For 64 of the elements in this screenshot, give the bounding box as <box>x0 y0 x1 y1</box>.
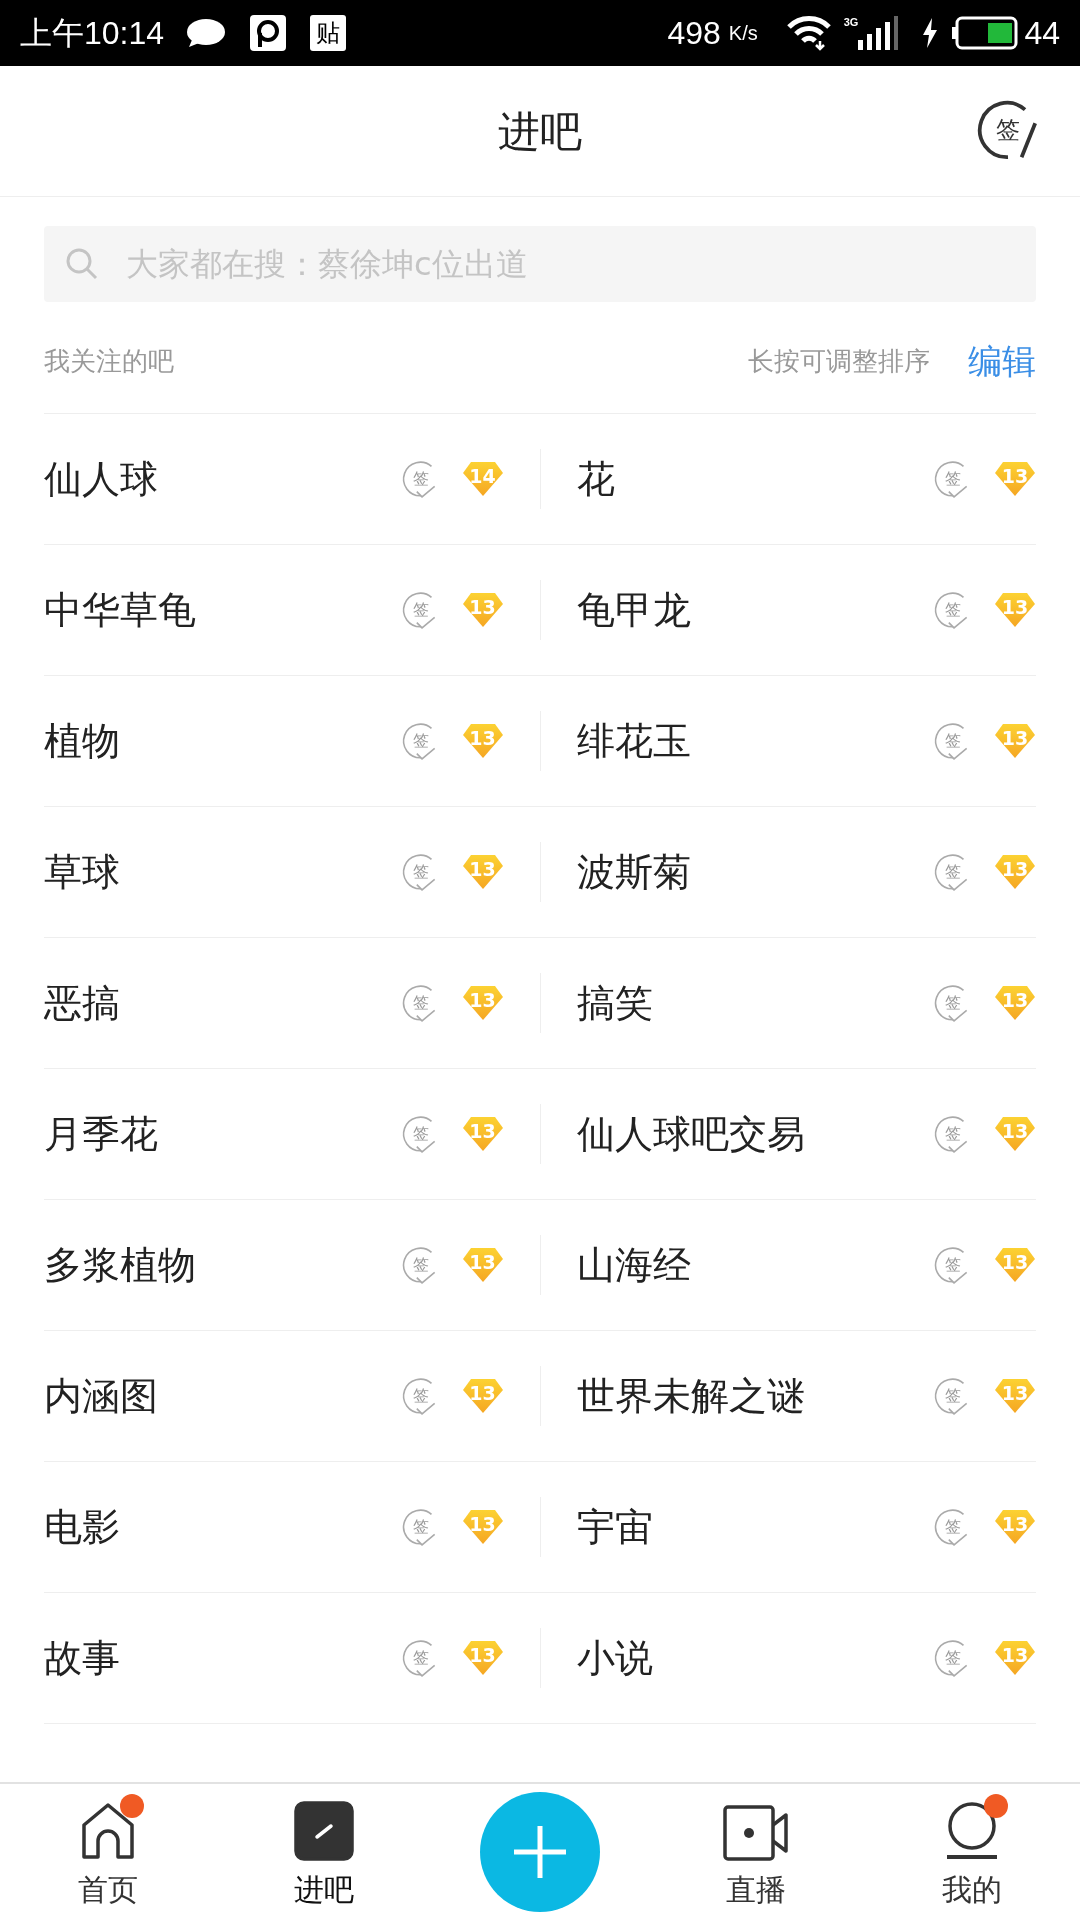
network-speed: 498 <box>667 14 721 53</box>
signal-icon <box>858 16 899 50</box>
forum-name[interactable]: 电影 <box>44 1498 120 1556</box>
clock: 上午10:14 <box>20 14 165 53</box>
tieba-notification-icon: 贴 <box>310 15 347 51</box>
level-badge: 13 <box>461 1509 504 1545</box>
forum-name[interactable]: 仙人球 <box>44 450 158 508</box>
forum-name[interactable]: 月季花 <box>44 1105 158 1163</box>
level-badge: 13 <box>994 1247 1036 1283</box>
level-badge: 13 <box>994 1378 1036 1414</box>
tab-button[interactable]: 进吧 <box>284 1792 364 1912</box>
search-icon <box>66 248 98 280</box>
forum-name[interactable]: 绯花玉 <box>576 712 691 770</box>
chat-bubble-icon <box>186 18 227 48</box>
speed-unit: K/s <box>728 21 758 46</box>
level-badge: 13 <box>461 592 504 628</box>
level-badge: 13 <box>994 592 1036 628</box>
network-type: 3G <box>843 15 859 30</box>
forum-name[interactable]: 中华草龟 <box>44 581 196 639</box>
level-badge: 13 <box>461 1640 504 1676</box>
level-badge: 14 <box>461 461 504 497</box>
page-title: 进吧 <box>498 105 582 158</box>
tab-button[interactable]: 首页 <box>68 1792 148 1912</box>
wifi-icon <box>785 15 832 51</box>
forum-name[interactable]: 龟甲龙 <box>576 581 691 639</box>
video-camera-icon <box>723 1805 789 1861</box>
charging-icon <box>922 18 939 48</box>
level-badge: 13 <box>994 1509 1036 1545</box>
level-badge: 13 <box>994 461 1036 497</box>
forum-name[interactable]: 宇宙 <box>576 1498 653 1556</box>
forum-name[interactable]: 搞笑 <box>576 974 653 1032</box>
level-badge: 13 <box>994 854 1036 890</box>
plus-icon <box>512 1824 568 1880</box>
level-badge: 13 <box>461 985 504 1021</box>
app-notification-icon <box>250 15 287 51</box>
level-badge: 13 <box>994 985 1036 1021</box>
pen-square-icon <box>294 1801 354 1861</box>
level-badge: 13 <box>461 1378 504 1414</box>
forum-name[interactable]: 世界未解之谜 <box>576 1367 805 1425</box>
sign-in-button[interactable]: 签 <box>974 96 1042 164</box>
forum-name[interactable]: 小说 <box>576 1629 653 1687</box>
level-badge: 13 <box>461 1116 504 1152</box>
level-badge: 13 <box>461 723 504 759</box>
forum-name[interactable]: 山海经 <box>576 1236 691 1294</box>
forum-name[interactable]: 植物 <box>44 712 120 770</box>
level-badge: 13 <box>461 854 504 890</box>
level-badge: 13 <box>994 1116 1036 1152</box>
battery-icon <box>952 16 1019 50</box>
forum-name[interactable]: 花 <box>576 450 615 508</box>
forum-name[interactable]: 仙人球吧交易 <box>576 1105 805 1163</box>
tab-button[interactable]: 我的 <box>932 1792 1012 1912</box>
forum-name[interactable]: 恶搞 <box>44 974 120 1032</box>
forum-name[interactable]: 故事 <box>44 1629 120 1687</box>
battery-level: 44 <box>1024 14 1060 53</box>
forum-name[interactable]: 波斯菊 <box>576 843 691 901</box>
level-badge: 13 <box>461 1247 504 1283</box>
forum-name[interactable]: 草球 <box>44 843 120 901</box>
section-title: 我关注的吧 <box>44 345 174 378</box>
forum-name[interactable]: 内涵图 <box>44 1367 158 1425</box>
level-badge: 13 <box>994 1640 1036 1676</box>
forum-name[interactable]: 多浆植物 <box>44 1236 196 1294</box>
level-badge: 13 <box>994 723 1036 759</box>
tab-button[interactable]: 直播 <box>713 1792 799 1912</box>
sort-hint: 长按可调整排序 <box>748 345 930 378</box>
